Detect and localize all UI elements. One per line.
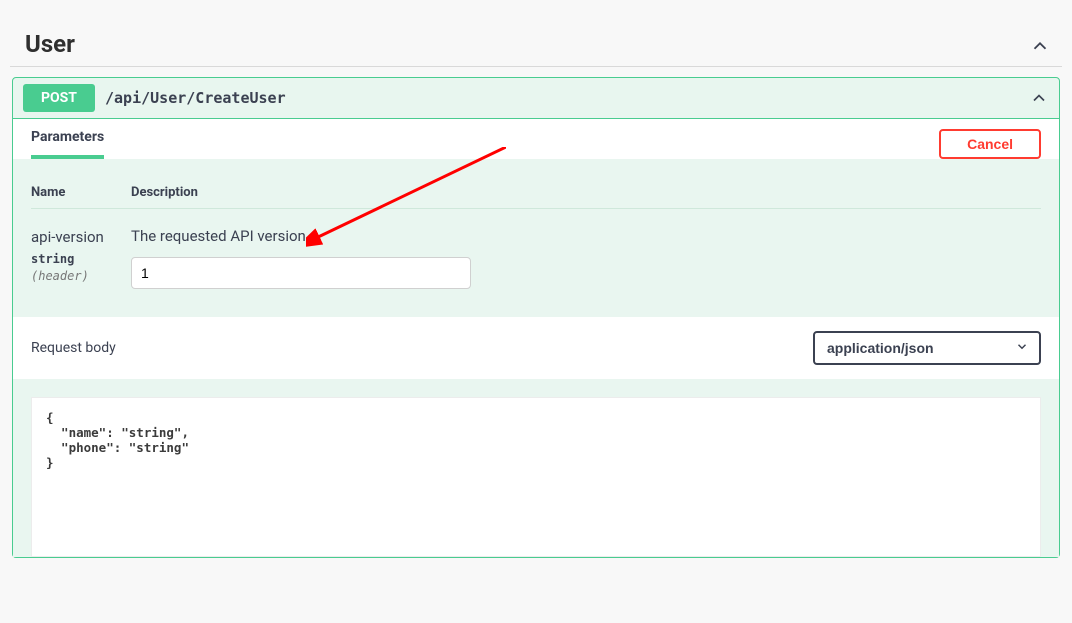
request-body-bar: Request body application/json <box>13 317 1059 379</box>
http-method-badge: POST <box>23 84 95 112</box>
table-header: Name Description <box>31 171 1041 209</box>
table-row: api-version string (header) The requeste… <box>31 227 1041 289</box>
parameter-description: The requested API version <box>131 227 1041 245</box>
parameter-in: (header) <box>31 269 131 285</box>
parameter-name: api-version <box>31 228 104 246</box>
cancel-button[interactable]: Cancel <box>939 129 1041 159</box>
parameters-bar: Parameters Cancel <box>13 119 1059 159</box>
parameter-name-cell: api-version string (header) <box>31 227 131 285</box>
parameter-description-cell: The requested API version <box>131 227 1041 289</box>
operation-block: POST /api/User/CreateUser Parameters Can… <box>12 77 1060 558</box>
chevron-up-icon <box>1029 35 1047 53</box>
column-description: Description <box>131 185 1041 200</box>
request-body-editor[interactable]: { "name": "string", "phone": "string" } <box>31 397 1041 557</box>
operation-body: Parameters Cancel Name Description api-v… <box>13 118 1059 557</box>
divider <box>10 66 1062 67</box>
tab-parameters[interactable]: Parameters <box>31 129 104 159</box>
collapse-button[interactable] <box>1029 88 1049 108</box>
content-type-select[interactable]: application/json <box>813 331 1041 365</box>
operation-summary[interactable]: POST /api/User/CreateUser <box>13 78 1059 118</box>
parameter-type: string <box>31 252 131 268</box>
parameter-value-input[interactable] <box>131 257 471 289</box>
chevron-up-icon <box>1029 88 1049 108</box>
column-name: Name <box>31 185 131 200</box>
request-body-section: { "name": "string", "phone": "string" } <box>13 379 1059 557</box>
operation-path: /api/User/CreateUser <box>105 89 286 107</box>
request-body-label: Request body <box>31 340 116 356</box>
parameters-section: Name Description api-version string (hea… <box>13 159 1059 317</box>
section-title: User <box>25 30 75 58</box>
section-header[interactable]: User <box>10 30 1062 66</box>
